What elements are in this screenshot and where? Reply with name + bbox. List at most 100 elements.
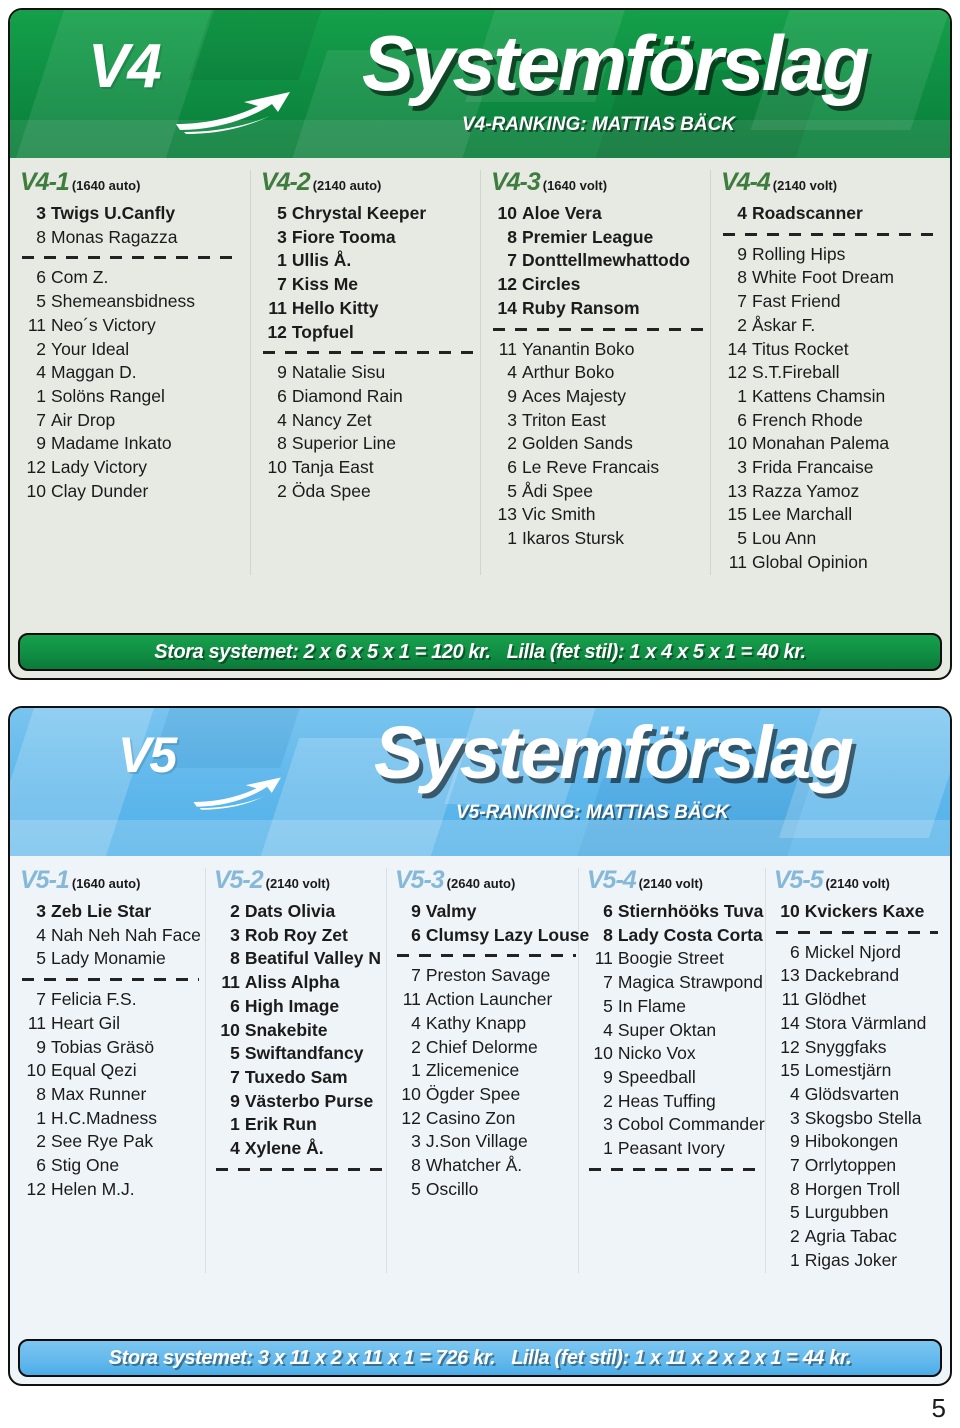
horse-number: 10	[26, 480, 46, 501]
horse-number: 12	[727, 362, 747, 383]
horse-name: Donttellmewhattodo	[521, 250, 691, 271]
horse-entry: 3 Frida Francaise	[721, 456, 940, 480]
horse-name: Tobias Gräsö	[51, 1036, 155, 1057]
horse-name: Felicia F.S.	[51, 989, 137, 1010]
horse-entry: 10 Kvickers Kaxe	[774, 900, 940, 924]
horse-entry: 7 Felicia F.S.	[20, 988, 201, 1012]
horse-name: Casino Zon	[425, 1107, 516, 1128]
horse-name: Skogsbo Stella	[804, 1107, 922, 1128]
horse-name: Razza Yamoz	[751, 480, 860, 501]
horse-entry: 3 Rob Roy Zet	[214, 924, 386, 948]
horse-entry: 10 Equal Qezi	[20, 1059, 201, 1083]
horse-number: 4	[790, 1083, 800, 1104]
horse-number: 13	[780, 965, 800, 986]
horse-name: Stiernhööks Tuva	[617, 901, 764, 921]
horse-name: Natalie Sisu	[291, 362, 386, 383]
horse-number: 2	[230, 901, 240, 921]
horse-number: 3	[790, 1107, 800, 1128]
horse-entry: 1 H.C.Madness	[20, 1107, 201, 1131]
horse-number: 9	[790, 1131, 800, 1152]
horse-number: 11	[781, 989, 800, 1010]
horse-number: 5	[36, 291, 46, 312]
v5-column-2-list: 2 Dats Olivia 3 Rob Roy Zet 8 Beatiful Valley…	[214, 900, 386, 1171]
horse-number: 5	[411, 1178, 421, 1199]
horse-entry: 14 Titus Rocket	[721, 338, 940, 362]
horse-name: Speedball	[617, 1066, 696, 1087]
horse-entry: 14 Stora Värmland	[774, 1012, 940, 1036]
horse-name: Cobol Commander	[617, 1114, 765, 1135]
horse-number: 2	[737, 314, 747, 335]
horse-number: 4	[36, 362, 46, 383]
horse-name: Titus Rocket	[751, 338, 849, 359]
entry-separator	[215, 1167, 384, 1171]
horse-name: S.T.Fireball	[751, 362, 840, 383]
horse-number: 6	[737, 409, 747, 430]
horse-entry: 7 Magica Strawpond	[587, 971, 765, 995]
horse-name: Solöns Rangel	[51, 385, 165, 406]
horse-name: Neo´s Victory	[51, 314, 156, 335]
horse-entry: 10 Monahan Palema	[721, 432, 940, 456]
horse-entry: 1 Solöns Rangel	[20, 385, 244, 409]
horse-entry: 11 Neo´s Victory	[20, 314, 244, 338]
horse-entry: 2 Chief Delorme	[395, 1036, 578, 1060]
horse-name: Arthur Boko	[521, 362, 615, 383]
horse-entry: 1 Zlicemenice	[395, 1059, 578, 1083]
horse-number: 12	[497, 274, 517, 295]
horse-entry: 4 Nah Neh Nah Face	[20, 924, 201, 948]
v4-footer-small: Lilla (fet stil): 1 x 4 x 5 x 1 = 40 kr.	[506, 640, 807, 663]
horse-name: Oscillo	[425, 1178, 479, 1199]
horse-name: Superior Line	[291, 433, 397, 454]
horse-name: H.C.Madness	[51, 1107, 158, 1128]
page: V4 Systemförslag V4-RANKING: MATTIAS BÄC…	[0, 0, 960, 1428]
horse-name: Topfuel	[291, 321, 354, 342]
horse-number: 13	[727, 480, 747, 501]
horse-number: 15	[780, 1060, 800, 1081]
horse-entry: 13 Vic Smith	[491, 503, 710, 527]
v4-logo: V4	[88, 32, 162, 101]
horse-number: 1	[603, 1138, 613, 1159]
column-distance: (2140 auto)	[312, 178, 382, 193]
v5-column-3: V5-3 (2640 auto) 9 Valmy 6 Clumsy Lazy Louse…	[385, 868, 589, 1273]
horse-number: 10	[26, 1060, 46, 1081]
horse-entry: 2 Heas Tuffing	[587, 1090, 765, 1114]
horse-name: Lomestjärn	[804, 1060, 892, 1081]
horse-entry: 4 Arthur Boko	[491, 361, 710, 385]
horse-number: 7	[790, 1155, 800, 1176]
horse-entry: 8 Lady Costa Corta	[587, 924, 765, 948]
v4-column-2-header: V4-2 (2140 auto)	[261, 170, 480, 195]
horse-entry: 1 Kattens Chamsin	[721, 385, 940, 409]
v4-footer-large: Stora systemet: 2 x 6 x 5 x 1 = 120 kr.	[154, 640, 491, 663]
horse-name: Lady Monamie	[51, 948, 166, 969]
horse-name: Erik Run	[244, 1114, 317, 1135]
horse-entry: 3 Zeb Lie Star	[20, 900, 201, 924]
horse-entry: 11 Hello Kitty	[261, 297, 480, 321]
horse-entry: 9 Speedball	[587, 1066, 765, 1090]
horse-entry: 8 Horgen Troll	[774, 1178, 940, 1202]
column-title: V4-1	[20, 168, 70, 196]
horse-entry: 7 Donttellmewhattodo	[491, 249, 710, 273]
horse-entry: 12 Snyggfaks	[774, 1036, 940, 1060]
horse-name: Lady Victory	[51, 457, 147, 478]
horse-entry: 5 In Flame	[587, 995, 765, 1019]
horse-entry: 7 Kiss Me	[261, 273, 480, 297]
entry-separator	[588, 1167, 763, 1171]
horse-name: Kathy Knapp	[425, 1012, 527, 1033]
horse-entry: 5 Lurgubben	[774, 1201, 940, 1225]
horse-name: Åskar F.	[751, 314, 816, 335]
horse-entry: 8 Monas Ragazza	[20, 226, 244, 250]
horse-entry: 11 Glödhet	[774, 988, 940, 1012]
horse-entry: 10 Clay Dunder	[20, 480, 244, 504]
horse-number: 7	[411, 965, 421, 986]
horse-number: 6	[603, 901, 613, 921]
horse-name: Valmy	[425, 901, 477, 921]
horse-name: Tuxedo Sam	[244, 1066, 348, 1087]
horse-number: 9	[36, 1036, 46, 1057]
horse-name: Ruby Ransom	[521, 297, 640, 318]
horse-name: Lee Marchall	[751, 504, 853, 525]
horse-name: Kattens Chamsin	[751, 385, 886, 406]
horse-entry: 2 Dats Olivia	[214, 900, 386, 924]
v5-subtitle: V5-RANKING: MATTIAS BÄCK	[456, 802, 730, 823]
v4-column-4-header: V4-4 (2140 volt)	[721, 170, 940, 195]
horse-name: Lady Costa Corta	[617, 924, 763, 945]
horse-entry: 2 Golden Sands	[491, 432, 710, 456]
